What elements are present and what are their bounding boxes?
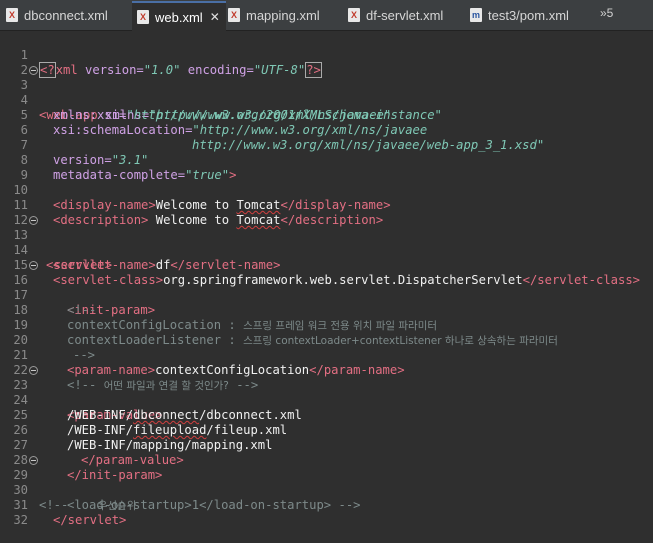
code-line: 6 http://www.w3.org/xml/ns/javaee/web-ap… bbox=[0, 108, 653, 152]
code-line: 10 <display-name>Welcome to Tomcat</disp… bbox=[0, 168, 653, 212]
code-line: 1 <?xml version="1.0" encoding="UTF-8"?> bbox=[0, 33, 653, 78]
code-line: 14 <servlet-name>df</servlet-name> bbox=[0, 228, 653, 272]
tab-overflow-button[interactable]: »5 bbox=[600, 6, 613, 20]
code-line: 27 </param-value> bbox=[0, 423, 653, 467]
code-editor[interactable]: 1 <?xml version="1.0" encoding="UTF-8"?>… bbox=[0, 31, 653, 527]
code-line: 15 <servlet-class>org.springframework.we… bbox=[0, 243, 653, 287]
code-line: 23 <param-value> bbox=[0, 363, 653, 422]
code-line: 4 xmlns:xsi="http://www.w3.org/2001/XMLS… bbox=[0, 78, 653, 122]
code-line: 20 --> bbox=[0, 318, 653, 362]
code-line: 9 bbox=[0, 153, 653, 182]
fold-toggle-icon[interactable] bbox=[29, 366, 38, 375]
fold-toggle-icon[interactable] bbox=[29, 456, 38, 465]
code-line: 13 <servlet> bbox=[0, 213, 653, 272]
line-content: </servlet> bbox=[53, 513, 126, 528]
code-line: 21 <param-name>contextConfigLocation</pa… bbox=[0, 333, 653, 377]
tab-df-servlet-xml[interactable]: X df-servlet.xml bbox=[348, 3, 443, 27]
tab-pom-xml[interactable]: m test3/pom.xml bbox=[470, 3, 569, 27]
code-line: 11 <description> Welcome to Tomcat</desc… bbox=[0, 183, 653, 227]
code-line: 8 metadata-complete="true"> bbox=[0, 138, 653, 182]
code-line: 26 /WEB-INF/mapping/mapping.xml bbox=[0, 408, 653, 452]
code-line: 18 contextConfigLocation : 스프링 프레임 워크 전용… bbox=[0, 288, 653, 332]
tab-web-xml[interactable]: X web.xml ✕ bbox=[132, 1, 226, 31]
code-line: 28 </init-param> bbox=[0, 438, 653, 482]
editor-tab-bar: X dbconnect.xml X web.xml ✕ X mapping.xm… bbox=[0, 0, 653, 31]
fold-toggle-icon[interactable] bbox=[29, 216, 38, 225]
tab-label: dbconnect.xml bbox=[24, 7, 108, 23]
maven-pom-icon: m bbox=[470, 8, 482, 22]
xml-file-icon: X bbox=[6, 8, 18, 22]
tag-close: </servlet> bbox=[53, 513, 127, 527]
code-line: 12 bbox=[0, 198, 653, 227]
fold-toggle-icon[interactable] bbox=[29, 66, 38, 75]
code-line: 25 /WEB-INF/fileupload/fileup.xml bbox=[0, 393, 653, 437]
tab-label: df-servlet.xml bbox=[366, 7, 444, 23]
fold-toggle-icon[interactable] bbox=[29, 261, 38, 270]
xml-file-icon: X bbox=[137, 10, 149, 24]
xml-file-icon: X bbox=[228, 8, 240, 22]
code-line: 32 bbox=[0, 498, 653, 527]
code-line: 3 <web-app xmlns="http://www.w3.org/xml/… bbox=[0, 63, 653, 122]
code-line: 29 <!-- 우선순위 bbox=[0, 453, 653, 512]
code-line: 31 </servlet> bbox=[0, 483, 653, 527]
code-line: 22 <!-- 어떤 파일과 연결 할 것인가? --> bbox=[0, 348, 653, 392]
code-line: 16 <init-param> bbox=[0, 258, 653, 317]
tab-mapping-xml[interactable]: X mapping.xml bbox=[228, 3, 320, 27]
tab-label: web.xml bbox=[155, 9, 203, 25]
tab-label: mapping.xml bbox=[246, 7, 320, 23]
code-line: 30 <load-on-startup>1</load-on-startup> … bbox=[0, 468, 653, 512]
xml-file-icon: X bbox=[348, 8, 360, 22]
tab-dbconnect-xml[interactable]: X dbconnect.xml bbox=[6, 3, 108, 27]
code-line: 2 bbox=[0, 48, 653, 77]
code-line: 5 xsi:schemaLocation="http://www.w3.org/… bbox=[0, 93, 653, 137]
code-line: 17 <!-- bbox=[0, 273, 653, 317]
line-number: 32 bbox=[13, 513, 28, 527]
code-line: 19 contextLoaderListener : 스프링 contextLo… bbox=[0, 303, 653, 347]
close-icon[interactable]: ✕ bbox=[210, 10, 220, 24]
code-line: 7 version="3.1" bbox=[0, 123, 653, 167]
code-line: 24 /WEB-INF/dbconnect/dbconnect.xml bbox=[0, 378, 653, 422]
tab-label: test3/pom.xml bbox=[488, 7, 569, 23]
